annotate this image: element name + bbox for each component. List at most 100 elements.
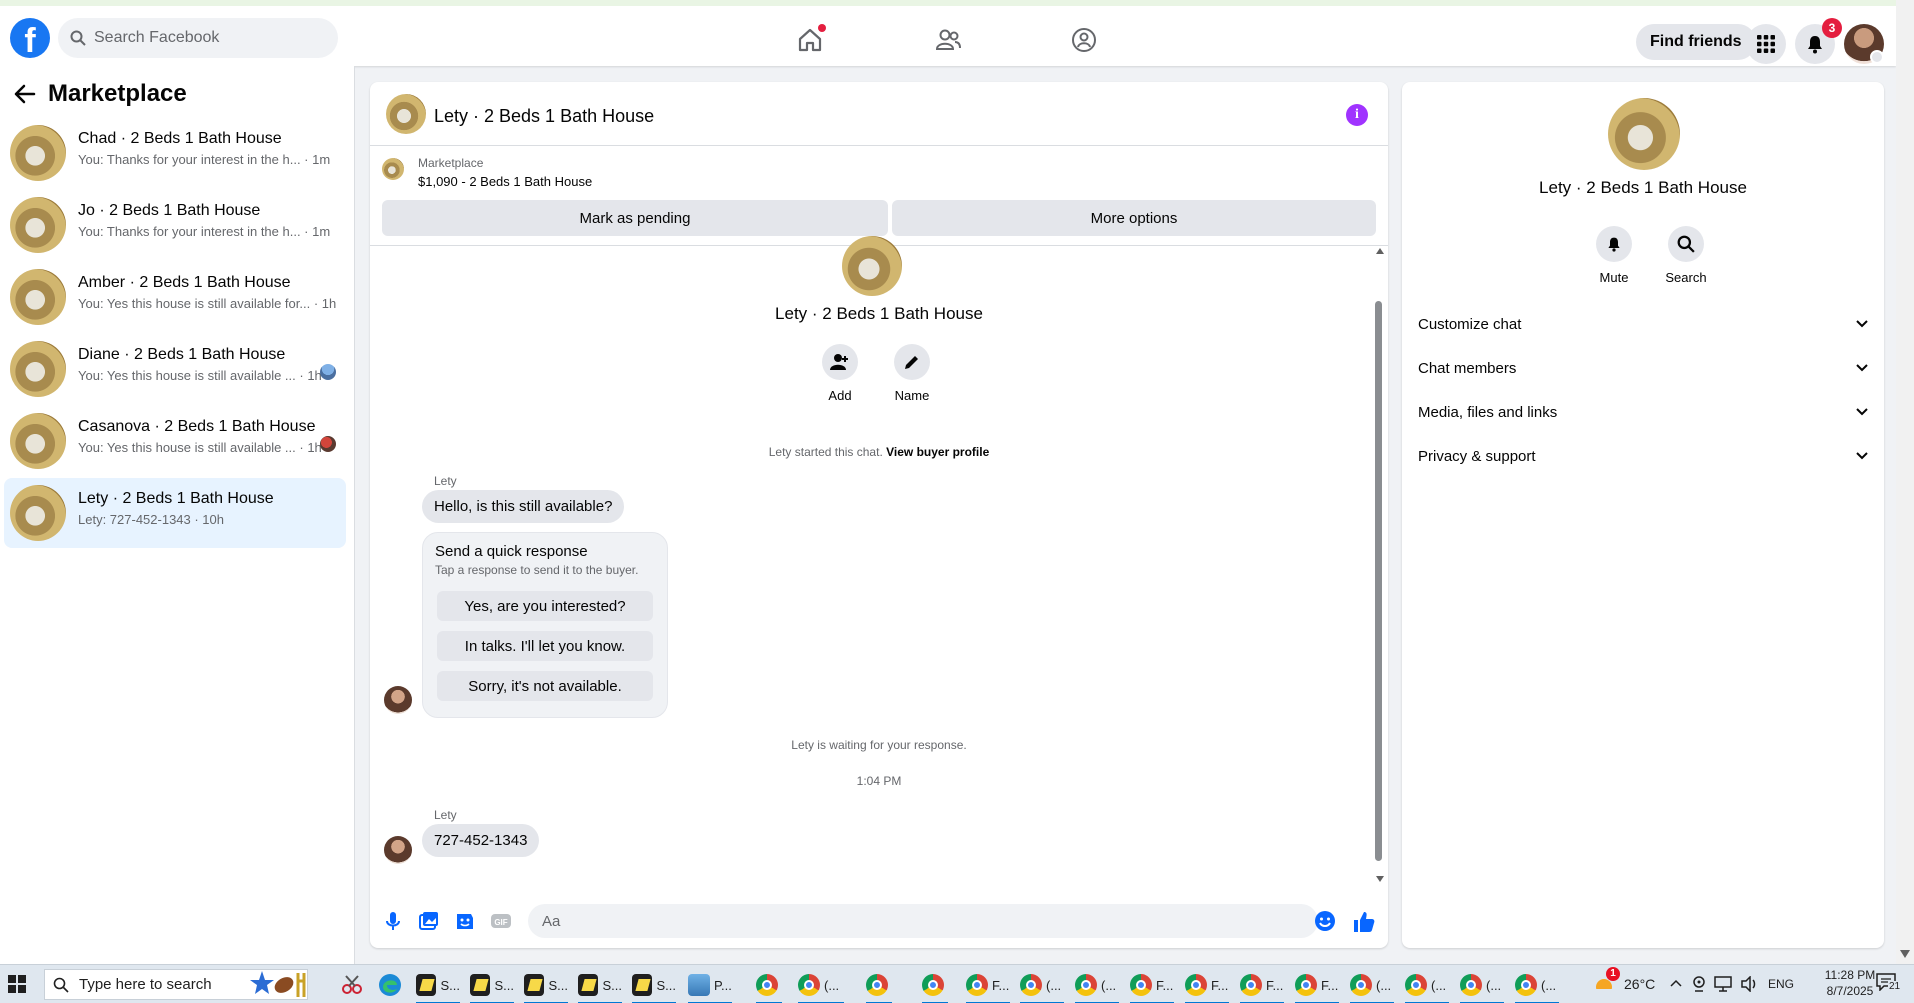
sender-name: Lety [434, 474, 457, 488]
taskbar-app-sticky-notes[interactable]: S... [632, 970, 676, 1003]
taskbar-app-chrome[interactable]: (... [1460, 970, 1504, 1003]
mute-action[interactable]: Mute [1584, 226, 1644, 285]
friends-icon[interactable] [934, 26, 962, 54]
conversation-item-casanova[interactable]: Casanova · 2 Beds 1 Bath House You: Yes … [4, 406, 346, 476]
windows-start-icon[interactable] [8, 975, 26, 993]
edge-browser-icon[interactable] [378, 973, 402, 997]
weather-temperature[interactable]: 26°C [1624, 976, 1655, 992]
chrome-icon [1185, 974, 1207, 996]
name-action[interactable]: Name [882, 344, 942, 403]
bell-icon [1808, 36, 1822, 54]
conversation-item-lety[interactable]: Lety · 2 Beds 1 Bath House Lety: 727-452… [4, 478, 346, 548]
conversation-name: Amber · 2 Beds 1 Bath House [78, 274, 291, 291]
add-action[interactable]: Add [810, 344, 870, 403]
snipping-tool-icon[interactable] [340, 973, 364, 997]
gif-icon[interactable]: GIF [490, 910, 512, 932]
section-label: Media, files and links [1418, 403, 1558, 421]
listing-price[interactable]: $1,090 - 2 Beds 1 Bath House [418, 174, 592, 189]
taskbar-app-chrome[interactable]: F... [1240, 970, 1284, 1003]
emoji-icon[interactable] [1314, 910, 1336, 932]
details-avatar[interactable] [1608, 98, 1680, 170]
taskbar-app-sticky-notes[interactable]: S... [470, 970, 514, 1003]
taskbar-app-chrome[interactable]: (... [1515, 970, 1559, 1003]
taskbar-app-chrome[interactable]: F... [966, 970, 1010, 1003]
thumbs-up-icon[interactable] [1352, 910, 1376, 934]
conversation-item-jo[interactable]: Jo · 2 Beds 1 Bath House You: Thanks for… [4, 190, 346, 260]
seen-avatar-icon [320, 436, 336, 452]
network-icon[interactable] [1714, 976, 1732, 992]
chrome-icon [1130, 974, 1152, 996]
back-arrow-icon[interactable] [14, 84, 36, 104]
notification-center[interactable]: 21 [1876, 973, 1902, 995]
chat-title[interactable]: Lety · 2 Beds 1 Bath House [434, 106, 654, 127]
taskbar-app-chrome[interactable]: F... [1130, 970, 1174, 1003]
mark-as-pending-button[interactable]: Mark as pending [382, 200, 888, 236]
conversation-name: Jo · 2 Beds 1 Bath House [78, 202, 261, 219]
listing-thumbnail [10, 125, 66, 181]
chrome-icon [866, 974, 888, 996]
taskbar-app-chrome[interactable]: (... [1350, 970, 1394, 1003]
scroll-down-arrow-icon[interactable] [1900, 950, 1910, 958]
more-options-button[interactable]: More options [892, 200, 1376, 236]
taskbar-app-chrome[interactable] [922, 970, 948, 1003]
taskbar-app-chrome[interactable] [756, 970, 782, 1003]
sticker-icon[interactable] [454, 910, 476, 932]
taskbar-app-chrome[interactable]: (... [1405, 970, 1449, 1003]
webcam-icon[interactable] [1692, 975, 1706, 993]
section-label: Chat members [1418, 359, 1517, 377]
taskbar-app-sticky-notes[interactable]: S... [578, 970, 622, 1003]
quick-response-button[interactable]: Yes, are you interested? [437, 591, 653, 621]
chrome-icon [1240, 974, 1262, 996]
search-facebook-box[interactable] [58, 18, 338, 58]
search-highlight-icon[interactable] [250, 969, 306, 999]
scrollbar-thumb[interactable] [1375, 301, 1382, 861]
taskbar-app-sticky-notes[interactable]: S... [416, 970, 460, 1003]
taskbar-app-chrome[interactable]: F... [1295, 970, 1339, 1003]
listing-mini-thumbnail [382, 158, 404, 180]
language-indicator[interactable]: ENG [1768, 977, 1794, 991]
taskbar-app-sticky-notes[interactable]: S... [524, 970, 568, 1003]
taskbar-app-chrome[interactable]: (... [1020, 970, 1064, 1003]
find-friends-button[interactable]: Find friends [1636, 24, 1756, 60]
weather-widget[interactable]: 1 [1592, 967, 1620, 995]
photo-icon[interactable] [418, 910, 440, 932]
conversation-item-diane[interactable]: Diane · 2 Beds 1 Bath House You: Yes thi… [4, 334, 346, 404]
app-label: (... [824, 977, 840, 993]
search-input[interactable] [94, 29, 324, 47]
customize-chat-section[interactable]: Customize chat [1418, 306, 1868, 342]
thread-scrollbar[interactable] [1374, 246, 1386, 896]
media-files-links-section[interactable]: Media, files and links [1418, 394, 1868, 430]
conversation-snippet: You: Thanks for your interest in the h..… [78, 152, 331, 167]
taskbar-search-input[interactable] [79, 976, 239, 993]
groups-icon[interactable] [1070, 26, 1098, 54]
chevron-down-icon [1856, 364, 1868, 372]
chevron-up-icon[interactable] [1670, 979, 1682, 987]
view-buyer-profile-link[interactable]: View buyer profile [886, 445, 989, 459]
search-action[interactable]: Search [1656, 226, 1716, 285]
facebook-logo[interactable]: f [10, 18, 50, 58]
page-scrollbar[interactable] [1896, 0, 1914, 964]
taskbar-app-photos[interactable]: P... [688, 970, 732, 1003]
taskbar-app-chrome[interactable]: (... [1075, 970, 1119, 1003]
message-input[interactable] [528, 904, 1318, 938]
taskbar-app-chrome[interactable] [866, 970, 892, 1003]
microphone-icon[interactable] [382, 910, 404, 932]
chat-avatar[interactable] [386, 94, 426, 134]
info-icon[interactable]: i [1346, 104, 1368, 126]
privacy-support-section[interactable]: Privacy & support [1418, 438, 1868, 474]
taskbar-app-chrome[interactable]: (... [798, 970, 844, 1003]
account-chevron-icon[interactable] [1870, 50, 1884, 64]
message-bubble: Hello, is this still available? [422, 490, 625, 523]
conversation-item-amber[interactable]: Amber · 2 Beds 1 Bath House You: Yes thi… [4, 262, 346, 332]
scroll-up-arrow-icon[interactable] [1376, 248, 1384, 254]
grid-menu-icon [1757, 35, 1775, 53]
scroll-down-arrow-icon[interactable] [1376, 876, 1384, 882]
menu-button[interactable] [1746, 24, 1786, 64]
quick-response-title: Send a quick response [435, 543, 588, 560]
taskbar-app-chrome[interactable]: F... [1185, 970, 1229, 1003]
quick-response-button[interactable]: Sorry, it's not available. [437, 671, 653, 701]
conversation-item-chad[interactable]: Chad · 2 Beds 1 Bath House You: Thanks f… [4, 118, 346, 188]
chat-members-section[interactable]: Chat members [1418, 350, 1868, 386]
volume-icon[interactable] [1740, 976, 1758, 992]
quick-response-button[interactable]: In talks. I'll let you know. [437, 631, 653, 661]
